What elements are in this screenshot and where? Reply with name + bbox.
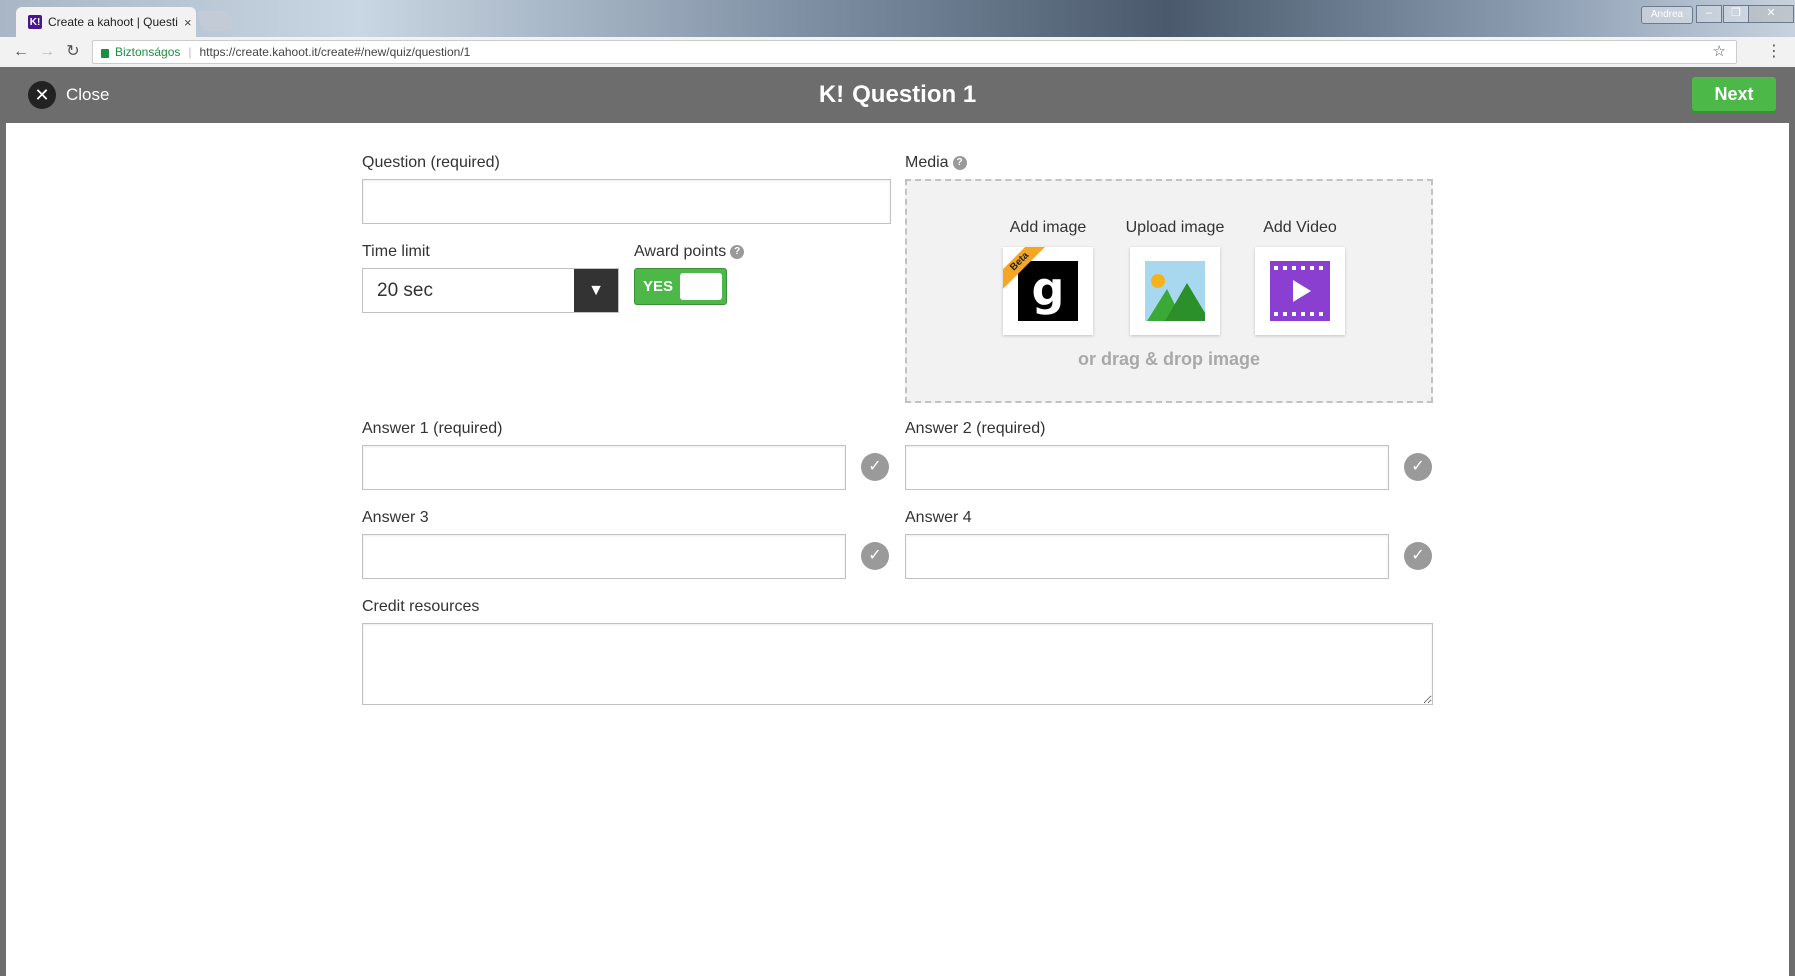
toggle-knob	[680, 273, 722, 300]
kahoot-favicon-icon: K!	[28, 15, 42, 29]
video-icon	[1270, 261, 1330, 321]
address-bar: ← → ↻ Biztonságos | https://create.kahoo…	[0, 37, 1795, 68]
media-card[interactable]	[1255, 247, 1345, 335]
image-upload-icon	[1145, 261, 1205, 321]
window-frame-left	[0, 67, 6, 976]
answer-3-input[interactable]	[362, 534, 846, 579]
url-text: https://create.kahoot.it/create#/new/qui…	[199, 45, 471, 59]
media-card[interactable]	[1130, 247, 1220, 335]
media-card[interactable]: g Beta	[1003, 247, 1093, 335]
help-icon[interactable]: ?	[952, 155, 967, 170]
correct-answer-check-icon[interactable]: ✓	[861, 542, 889, 570]
media-label: Media?	[905, 154, 967, 172]
award-points-label: Award points?	[634, 243, 745, 261]
browser-titlebar: K! Create a kahoot | Questio × Andrea – …	[0, 0, 1795, 37]
answer-4-label: Answer 4	[905, 509, 972, 526]
credit-resources-textarea[interactable]	[362, 623, 1433, 705]
new-tab-button[interactable]	[196, 11, 236, 31]
answer-1-label: Answer 1 (required)	[362, 420, 503, 437]
award-points-toggle[interactable]: YES	[634, 268, 727, 305]
add-video-option[interactable]: Add Video	[1245, 219, 1355, 335]
add-image-option[interactable]: Add image g Beta	[993, 219, 1103, 335]
media-dropzone[interactable]: Add image g Beta Upload image Add Video …	[905, 179, 1433, 403]
media-option-label: Upload image	[1125, 219, 1225, 236]
tab-close-icon[interactable]: ×	[184, 15, 192, 30]
browser-menu-icon[interactable]: ⋮	[1764, 41, 1784, 61]
dropdown-arrow-icon[interactable]: ▼	[574, 269, 618, 312]
restore-icon[interactable]: ❐	[1723, 5, 1749, 23]
answer-2-input[interactable]	[905, 445, 1389, 490]
reload-icon[interactable]: ↻	[62, 41, 84, 63]
back-arrow-icon[interactable]: ←	[10, 41, 32, 63]
bookmark-star-icon[interactable]: ☆	[1713, 41, 1726, 63]
correct-answer-check-icon[interactable]: ✓	[1404, 542, 1432, 570]
media-label-text: Media	[905, 154, 949, 171]
toggle-state-label: YES	[643, 278, 674, 295]
question-label: Question (required)	[362, 154, 500, 171]
minimize-icon[interactable]: –	[1696, 5, 1722, 23]
url-separator: |	[188, 45, 192, 59]
media-option-label: Add Video	[1263, 219, 1337, 236]
answer-4-input[interactable]	[905, 534, 1389, 579]
answer-1-input[interactable]	[362, 445, 846, 490]
window-close-icon[interactable]: ✕	[1748, 5, 1794, 23]
question-title: Question 1	[852, 81, 977, 108]
answer-3-label: Answer 3	[362, 509, 429, 526]
upload-image-option[interactable]: Upload image	[1107, 219, 1243, 335]
url-field[interactable]: Biztonságos | https://create.kahoot.it/c…	[92, 40, 1737, 64]
question-input[interactable]	[362, 179, 891, 224]
page-title: K! Question 1	[6, 81, 1789, 109]
correct-answer-check-icon[interactable]: ✓	[1404, 453, 1432, 481]
browser-user-badge[interactable]: Andrea	[1641, 6, 1693, 24]
help-icon[interactable]: ?	[730, 244, 745, 259]
kahoot-logo: K!	[818, 81, 845, 108]
page-header: ✕ Close K! Question 1 Next	[6, 67, 1789, 123]
time-limit-value: 20 sec	[377, 280, 433, 301]
play-icon	[1293, 280, 1311, 302]
answer-2-label: Answer 2 (required)	[905, 420, 1046, 437]
browser-tab[interactable]: K! Create a kahoot | Questio ×	[16, 7, 196, 37]
time-limit-select[interactable]: 20 sec ▼	[362, 268, 619, 313]
window-frame-right	[1789, 67, 1795, 976]
drag-drop-text: or drag & drop image	[1077, 349, 1261, 369]
getty-images-icon: g	[1018, 261, 1078, 321]
secure-label: Biztonságos	[115, 45, 181, 59]
correct-answer-check-icon[interactable]: ✓	[861, 453, 889, 481]
tab-title: Create a kahoot | Questio	[48, 15, 178, 29]
forward-arrow-icon[interactable]: →	[36, 41, 58, 63]
lock-icon	[101, 48, 109, 58]
award-points-text: Award points	[634, 243, 727, 260]
media-option-label: Add image	[1009, 219, 1087, 236]
time-limit-label: Time limit	[362, 243, 430, 260]
credit-resources-label: Credit resources	[362, 598, 480, 615]
next-button[interactable]: Next	[1692, 77, 1776, 111]
